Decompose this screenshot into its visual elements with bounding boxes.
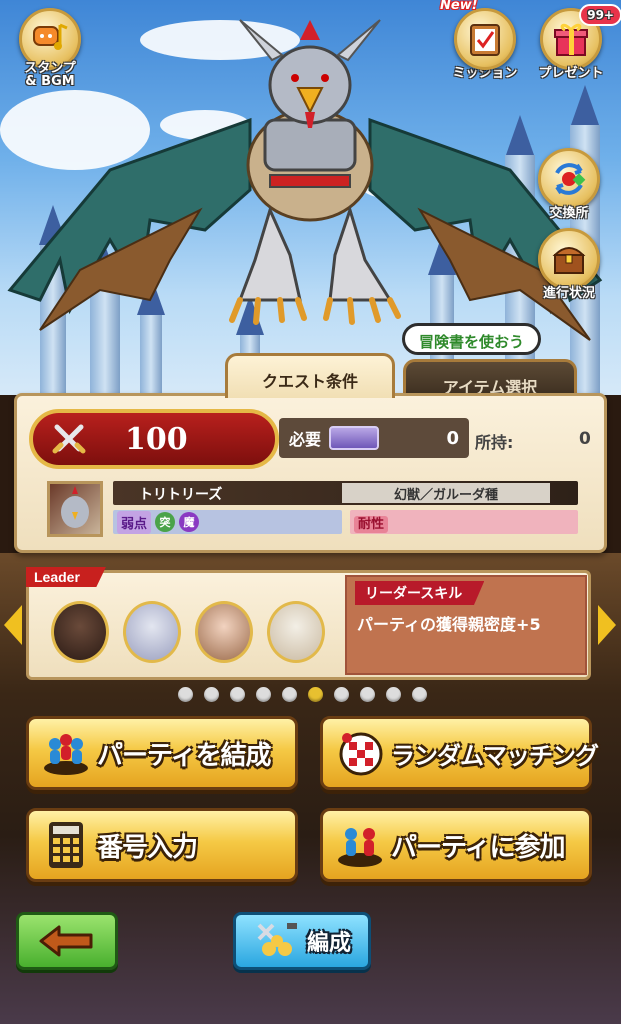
page-dot[interactable]	[230, 687, 245, 702]
required-ticket: 必要 0	[279, 418, 469, 458]
stamp-bgm-label: スタンプ & BGM	[24, 61, 76, 89]
leader-skill-box: リーダースキル パーティの獲得親密度+5	[345, 575, 587, 675]
party-edit-icon	[257, 923, 297, 956]
random-matching-button[interactable]: ランダムマッチング	[320, 716, 599, 790]
page-dot[interactable]	[282, 687, 297, 702]
back-arrow-icon	[39, 925, 93, 957]
crossed-swords-icon	[52, 424, 86, 454]
next-party-arrow[interactable]	[598, 605, 616, 645]
boss-type: 幻獣／ガルーダ種	[342, 483, 550, 503]
leader-skill-text: パーティの獲得親密度+5	[357, 615, 541, 634]
present-label: プレゼント	[538, 66, 604, 81]
number-input-button[interactable]: 番号入力	[26, 808, 298, 882]
stamp-bgm-button[interactable]: スタンプ & BGM	[8, 8, 92, 88]
leader-skill-title: リーダースキル	[355, 581, 485, 605]
page-dot[interactable]	[334, 687, 349, 702]
mission-button[interactable]: New! ミッション	[440, 0, 526, 81]
number-input-label: 番号入力	[97, 832, 198, 863]
magic-element-icon: 魔	[179, 512, 200, 532]
page-dot[interactable]	[360, 687, 375, 702]
weakness-label: 弱点	[117, 510, 152, 534]
page-dot[interactable]	[204, 687, 219, 702]
weakness-bar: 弱点 突 魔	[113, 510, 342, 534]
required-label: 必要	[289, 430, 322, 449]
tab-quest-conditions[interactable]: クエスト条件	[225, 353, 395, 398]
boss-info-bar: トリトリーズ 幻獣／ガルーダ種	[113, 481, 578, 505]
page-dot[interactable]	[386, 687, 401, 702]
present-count-badge: 99+	[579, 4, 621, 26]
join-party-label: パーティに参加	[391, 832, 565, 863]
present-button[interactable]: 99+ プレゼント	[530, 4, 621, 81]
page-dot[interactable]	[308, 687, 323, 702]
boss-portrait	[47, 481, 103, 537]
back-button[interactable]	[16, 912, 118, 970]
quest-condition-panel: 100 必要 0 所持: 0 トリトリーズ 幻獣／ガルーダ種 弱点 突 魔 耐性	[14, 393, 607, 553]
progress-status-button[interactable]: 進行状況	[526, 228, 612, 301]
pierce-element-icon: 突	[155, 512, 176, 532]
party-page-dots	[178, 687, 427, 702]
exchange-button[interactable]: 交換所	[526, 148, 612, 221]
party-member-avatar[interactable]	[123, 601, 181, 663]
exchange-label: 交換所	[549, 206, 589, 221]
adventure-book-hint[interactable]: 冒険書を使おう	[402, 323, 542, 355]
party-member-avatar[interactable]	[51, 601, 109, 663]
boss-name: トリトリーズ	[139, 487, 223, 503]
leader-tag: Leader	[26, 567, 106, 587]
treasure-chest-icon	[538, 228, 600, 290]
stamina-cost: 100	[29, 409, 279, 469]
new-tag: New!	[440, 0, 478, 13]
resistance-bar: 耐性	[350, 510, 578, 534]
join-party-button[interactable]: パーティに参加	[320, 808, 592, 882]
progress-status-label: 進行状況	[542, 286, 595, 301]
form-party-label: パーティを結成	[97, 740, 271, 771]
form-party-button[interactable]: パーティを結成	[26, 716, 298, 790]
random-dice-icon	[339, 732, 383, 776]
clipboard-icon	[454, 8, 516, 70]
ticket-icon	[329, 426, 380, 450]
edit-party-button[interactable]: 編成	[233, 912, 371, 970]
stamina-value: 100	[125, 421, 188, 457]
edit-party-label: 編成	[306, 931, 351, 956]
owned-label: 所持:	[475, 433, 514, 452]
party-member-avatar[interactable]	[195, 601, 253, 663]
page-dot[interactable]	[412, 687, 427, 702]
required-value: 0	[446, 427, 459, 449]
prev-party-arrow[interactable]	[4, 605, 22, 645]
resistance-label: 耐性	[354, 516, 389, 533]
keypad-icon	[49, 822, 83, 868]
party-panel[interactable]: Leader リーダースキル パーティの獲得親密度+5	[26, 567, 591, 680]
quest-tabs: クエスト条件 アイテム選択	[225, 353, 595, 399]
page-dot[interactable]	[256, 687, 271, 702]
join-people-icon	[338, 828, 382, 867]
party-member-avatar[interactable]	[267, 601, 325, 663]
exchange-icon	[538, 148, 600, 210]
random-matching-label: ランダムマッチング	[391, 741, 599, 770]
party-people-icon	[44, 734, 88, 775]
page-dot[interactable]	[178, 687, 193, 702]
owned-value: 0	[579, 429, 591, 449]
